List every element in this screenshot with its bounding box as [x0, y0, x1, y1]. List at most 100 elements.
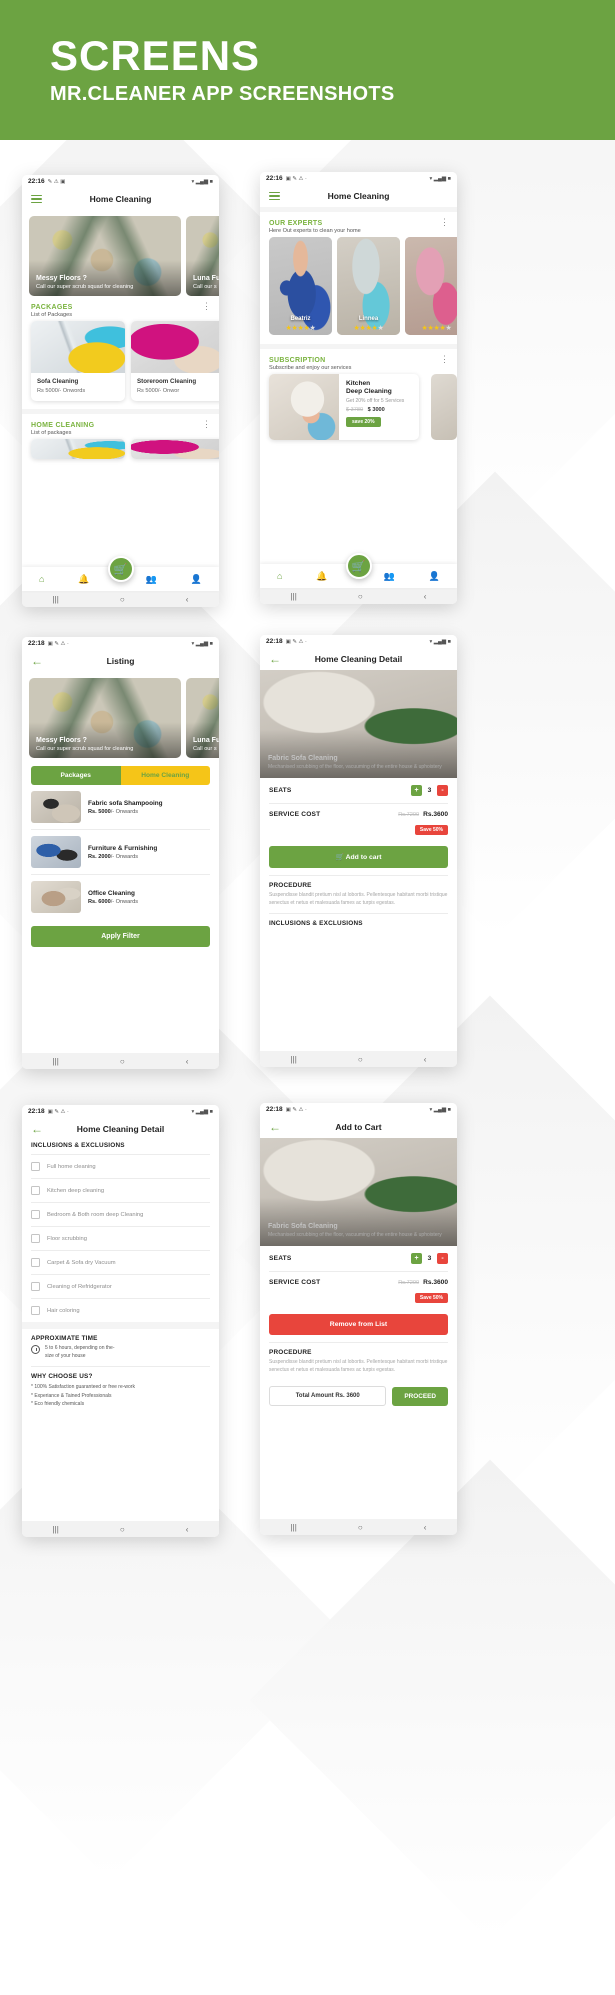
checkbox[interactable] [31, 1306, 40, 1315]
page-title: Listing [106, 656, 135, 666]
softkey-home[interactable]: ○ [358, 1523, 363, 1532]
list-item[interactable]: Office Cleaning Rs. 6000/- Onwards [22, 875, 219, 919]
experts-carousel[interactable]: Beatriz ★★★★★ Linnea ★★★★★ ★★★★★ [260, 237, 457, 335]
decrement-button[interactable]: - [437, 1253, 448, 1264]
softkey-recent[interactable]: ||| [291, 592, 297, 601]
softkey-back[interactable]: ‹ [186, 1525, 189, 1534]
kebab-menu-icon[interactable]: ⋮ [440, 217, 449, 227]
menu-icon[interactable] [31, 194, 42, 204]
nav-bell-icon[interactable]: 🔔 [316, 571, 327, 582]
filter-tabs[interactable]: Packages Home Cleaning [31, 766, 210, 785]
android-soft-keys[interactable]: ||| ○ ‹ [22, 1053, 219, 1069]
package-card[interactable] [131, 439, 219, 459]
home-cleaning-carousel[interactable] [22, 439, 219, 459]
app-bar: ← Listing [22, 650, 219, 672]
back-arrow-icon[interactable]: ← [269, 653, 281, 665]
hero-card-next[interactable]: Luna Furniture Call our s [186, 216, 219, 296]
package-card[interactable] [31, 439, 125, 459]
softkey-recent[interactable]: ||| [53, 1057, 59, 1066]
kebab-menu-icon[interactable]: ⋮ [440, 354, 449, 364]
expert-card[interactable]: Linnea ★★★★★ [337, 237, 400, 335]
subscription-title-line1: Kitchen [346, 380, 371, 387]
checkbox[interactable] [31, 1210, 40, 1219]
old-price: Rs.7200 [398, 811, 420, 818]
apply-filter-button[interactable]: Apply Filter [31, 926, 210, 947]
hero-carousel[interactable]: Messy Floors ? Call our super scrub squa… [22, 672, 219, 758]
android-soft-keys[interactable]: ||| ○ ‹ [260, 588, 457, 604]
softkey-back[interactable]: ‹ [186, 595, 189, 604]
softkey-recent[interactable]: ||| [291, 1055, 297, 1064]
remove-from-list-button[interactable]: Remove from List [269, 1314, 448, 1335]
softkey-home[interactable]: ○ [120, 1057, 125, 1066]
expert-card[interactable]: ★★★★★ [405, 237, 457, 335]
subscription-card[interactable]: Kitchen Deep Cleaning Get 20% off for 5 … [269, 374, 419, 440]
back-arrow-icon[interactable]: ← [31, 1123, 43, 1135]
hero-card[interactable]: Messy Floors ? Call our super scrub squa… [29, 216, 181, 296]
cart-fab-icon[interactable]: 🛒 [107, 556, 134, 582]
packages-carousel[interactable]: Sofa Cleaning Rs 5000/- Onwords Storeroo… [22, 321, 219, 401]
nav-bell-icon[interactable]: 🔔 [78, 574, 89, 585]
checkbox[interactable] [31, 1186, 40, 1195]
android-soft-keys[interactable]: ||| ○ ‹ [260, 1519, 457, 1535]
checklist-item[interactable]: Hair coloring [22, 1299, 219, 1322]
checkbox[interactable] [31, 1282, 40, 1291]
checkbox[interactable] [31, 1258, 40, 1267]
checkbox[interactable] [31, 1162, 40, 1171]
inclusions-block[interactable]: INCLUSIONS & EXCLUSIONS [260, 914, 457, 936]
nav-people-icon[interactable]: 👥 [146, 574, 157, 585]
softkey-home[interactable]: ○ [358, 592, 363, 601]
android-soft-keys[interactable]: ||| ○ ‹ [22, 591, 219, 607]
softkey-home[interactable]: ○ [120, 595, 125, 604]
softkey-recent[interactable]: ||| [291, 1523, 297, 1532]
increment-button[interactable]: + [411, 1253, 422, 1264]
decrement-button[interactable]: - [437, 785, 448, 796]
checklist-item[interactable]: Full home cleaning [22, 1155, 219, 1178]
kebab-menu-icon[interactable]: ⋮ [202, 301, 211, 311]
hero-carousel[interactable]: Messy Floors ? Call our super scrub squa… [22, 210, 219, 296]
android-soft-keys[interactable]: ||| ○ ‹ [260, 1051, 457, 1067]
tab-home-cleaning[interactable]: Home Cleaning [120, 766, 210, 785]
checklist-item[interactable]: Bedroom & Both room deep Cleaning [22, 1203, 219, 1226]
add-to-cart-button[interactable]: 🛒 Add to cart [269, 846, 448, 868]
softkey-back[interactable]: ‹ [186, 1057, 189, 1066]
hero-card[interactable]: Messy Floors ? Call our super scrub squa… [29, 678, 181, 758]
nav-home-icon[interactable]: ⌂ [39, 574, 44, 584]
bottom-navigation[interactable]: ⌂ 🔔 🛒 👥 👤 [22, 556, 219, 591]
checklist-item[interactable]: Floor scrubbing [22, 1227, 219, 1250]
softkey-recent[interactable]: ||| [53, 595, 59, 604]
softkey-back[interactable]: ‹ [424, 1523, 427, 1532]
nav-profile-icon[interactable]: 👤 [429, 571, 440, 582]
proceed-button[interactable]: PROCEED [392, 1386, 448, 1406]
package-card[interactable]: Sofa Cleaning Rs 5000/- Onwords [31, 321, 125, 401]
expert-card[interactable]: Beatriz ★★★★★ [269, 237, 332, 335]
nav-profile-icon[interactable]: 👤 [191, 574, 202, 585]
list-item[interactable]: Furniture & Furnishing Rs. 2000/- Onward… [22, 830, 219, 874]
status-left-icons: ▣ ✎ ⚠ · [47, 640, 69, 647]
softkey-home[interactable]: ○ [120, 1525, 125, 1534]
back-arrow-icon[interactable]: ← [269, 1121, 281, 1133]
checklist-item[interactable]: Kitchen deep cleaning [22, 1179, 219, 1202]
tab-packages[interactable]: Packages [31, 766, 121, 785]
seats-stepper[interactable]: + 3 - [411, 785, 448, 796]
back-arrow-icon[interactable]: ← [31, 655, 43, 667]
softkey-back[interactable]: ‹ [424, 1055, 427, 1064]
checklist-item[interactable]: Carpet & Sofa dry Vacuum [22, 1251, 219, 1274]
seats-stepper[interactable]: + 3 - [411, 1253, 448, 1264]
package-card[interactable]: Storeroom Cleaning Rs 5000/- Onwor [131, 321, 219, 401]
hero-card-next[interactable]: Luna Fu Call our s [186, 678, 219, 758]
bottom-navigation[interactable]: ⌂ 🔔 🛒 👥 👤 [260, 553, 457, 588]
softkey-home[interactable]: ○ [358, 1055, 363, 1064]
nav-people-icon[interactable]: 👥 [384, 571, 395, 582]
increment-button[interactable]: + [411, 785, 422, 796]
checkbox[interactable] [31, 1234, 40, 1243]
kebab-menu-icon[interactable]: ⋮ [202, 419, 211, 429]
softkey-recent[interactable]: ||| [53, 1525, 59, 1534]
subscription-card-next[interactable] [431, 374, 457, 440]
nav-home-icon[interactable]: ⌂ [277, 571, 282, 581]
softkey-back[interactable]: ‹ [424, 592, 427, 601]
cart-fab-icon[interactable]: 🛒 [345, 553, 372, 579]
menu-icon[interactable] [269, 191, 280, 201]
list-item[interactable]: Fabric sofa Shampooing Rs. 5000/- Onward… [22, 785, 219, 829]
checklist-item[interactable]: Cleaning of Refridgerator [22, 1275, 219, 1298]
android-soft-keys[interactable]: ||| ○ ‹ [22, 1521, 219, 1537]
